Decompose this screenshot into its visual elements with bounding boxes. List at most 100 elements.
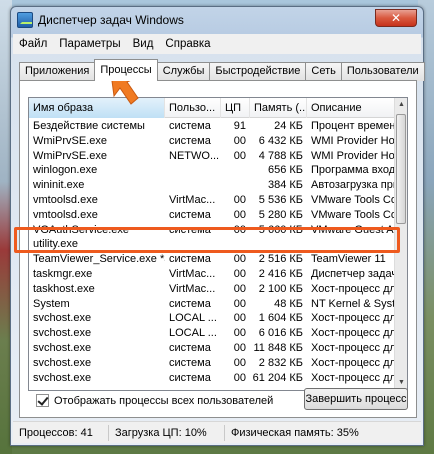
table-cell: LOCAL ... (169, 312, 217, 325)
table-cell: 1 604 КБ (258, 312, 303, 325)
close-button[interactable]: ✕ (375, 9, 417, 27)
table-cell: 11 848 КБ (253, 341, 303, 354)
table-cell: система (169, 341, 211, 354)
tab-performance[interactable]: Быстродействие (209, 62, 307, 81)
table-cell: система (169, 371, 211, 384)
table-row[interactable]: taskmgr.exe VirtMac... 00 2 416 КБ Диспетчер… (29, 267, 395, 282)
table-cell (165, 163, 221, 178)
menu-help[interactable]: Справка (159, 38, 216, 50)
tab-network[interactable]: Сеть (305, 62, 342, 81)
table-cell: система (169, 120, 211, 132)
table-cell: Хост-процесс для (311, 327, 395, 340)
table-cell: WmiPrvSE.exe (33, 134, 107, 147)
scroll-up-icon[interactable]: ▲ (395, 98, 407, 112)
table-row[interactable]: svchost.exe LOCAL ... 00 1 604 КБ Хост-проце… (29, 311, 395, 326)
table-cell: VirtMac... (169, 282, 216, 295)
table-cell: TeamViewer_Service.exe *32 (33, 253, 165, 266)
table-cell: Хост-процесс для (311, 341, 395, 354)
table-cell: vmtoolsd.exe (33, 193, 98, 206)
table-cell: 00 (233, 356, 246, 369)
table-cell: 00 (233, 371, 246, 384)
show-all-users-option[interactable]: Отображать процессы всех пользователей (36, 394, 273, 407)
status-memory: Физическая память: 35% (231, 426, 359, 439)
table-cell: System (33, 297, 70, 310)
tab-processes[interactable]: Процессы (94, 59, 158, 81)
table-cell: VMware Tools Core (311, 208, 395, 221)
tab-users[interactable]: Пользователи (340, 62, 425, 81)
status-processes: Процессов: 41 (13, 424, 109, 441)
table-row[interactable]: svchost.exe система 00 61 204 КБ Хост-процес… (29, 371, 395, 386)
table-cell: taskmgr.exe (33, 267, 93, 280)
table-cell: 00 (233, 253, 246, 266)
table-cell: WmiPrvSE.exe (33, 149, 107, 162)
table-cell: 00 (233, 341, 246, 354)
table-cell: svchost.exe (33, 341, 92, 354)
table-row[interactable]: vmtoolsd.exe система 00 5 280 КБ VMware Tool… (29, 208, 395, 223)
tab-services[interactable]: Службы (156, 62, 211, 81)
table-row[interactable]: svchost.exe LOCAL ... 00 6 016 КБ Хост-проце… (29, 326, 395, 341)
menu-view[interactable]: Вид (127, 38, 160, 50)
table-cell: 24 КБ (274, 120, 303, 132)
table-cell: 00 (233, 134, 246, 147)
table-row[interactable]: TeamViewer_Service.exe *32 система 00 2 516… (29, 252, 395, 267)
table-cell: TeamViewer 11 (311, 253, 386, 266)
table-row[interactable]: WmiPrvSE.exe система 00 6 432 КБ WMI Provide… (29, 134, 395, 149)
table-cell: WMI Provider Host (311, 134, 395, 147)
table-cell: 00 (233, 149, 246, 162)
end-process-button[interactable]: Завершить процесс (304, 388, 408, 410)
tab-strip: Приложения Процессы Службы Быстродействи… (19, 59, 425, 81)
table-cell: svchost.exe (33, 371, 92, 384)
column-user[interactable]: Пользо... (165, 98, 221, 118)
table-cell: taskhost.exe (33, 282, 95, 295)
table-cell: Автозагрузка прил (311, 179, 395, 192)
table-cell: 5 280 КБ (258, 208, 303, 221)
column-memory[interactable]: Память (... (250, 98, 307, 118)
table-row[interactable]: winlogon.exe 656 КБ Программа входа (29, 163, 395, 178)
column-description[interactable]: Описание (307, 98, 395, 118)
table-cell: 00 (233, 327, 246, 340)
table-row[interactable]: svchost.exe система 00 11 848 КБ Хост-процес… (29, 341, 395, 356)
table-cell: svchost.exe (33, 327, 92, 340)
table-cell: 00 (233, 297, 246, 310)
highlight-frame (14, 227, 400, 253)
table-cell: WMI Provider Host (311, 149, 395, 162)
table-cell: VirtMac... (169, 267, 216, 280)
scroll-thumb[interactable] (396, 114, 406, 224)
table-cell: 6 432 КБ (258, 134, 303, 147)
table-cell: VMware Tools Core (311, 193, 395, 206)
column-cpu[interactable]: ЦП (221, 98, 250, 118)
table-row[interactable]: vmtoolsd.exe VirtMac... 00 5 536 КБ VMware T… (29, 193, 395, 208)
table-cell: VirtMac... (169, 193, 216, 206)
title-bar[interactable]: Диспетчер задач Windows ✕ (11, 7, 423, 33)
table-cell: svchost.exe (33, 356, 92, 369)
table-cell: 00 (233, 208, 246, 221)
table-cell: 656 КБ (267, 164, 303, 177)
table-cell: 6 016 КБ (258, 327, 303, 340)
table-row[interactable]: System система 00 48 КБ NT Kernel & System (29, 297, 395, 312)
menu-options[interactable]: Параметры (53, 38, 126, 50)
menu-bar: Файл Параметры Вид Справка (13, 34, 421, 54)
table-cell: Хост-процесс для (311, 282, 395, 295)
table-cell: система (169, 297, 211, 310)
show-all-users-checkbox[interactable] (36, 394, 49, 407)
table-row[interactable]: taskhost.exe VirtMac... 00 2 100 КБ Хост-про… (29, 282, 395, 297)
table-cell: система (169, 208, 211, 221)
table-row[interactable]: wininit.exe 384 КБ Автозагрузка прил (29, 178, 395, 193)
table-cell: 2 100 КБ (258, 282, 303, 295)
table-cell: svchost.exe (33, 312, 92, 325)
table-cell: 2 416 КБ (258, 267, 303, 280)
table-cell: NT Kernel & System (311, 297, 395, 310)
table-cell: 384 КБ (267, 179, 303, 192)
table-cell: 2 832 КБ (258, 356, 303, 369)
tab-applications[interactable]: Приложения (19, 62, 96, 81)
table-row[interactable]: Бездействие системы система 91 24 КБ Процент… (29, 119, 395, 134)
table-row[interactable]: WmiPrvSE.exe NETWO... 00 4 788 КБ WMI Provid… (29, 149, 395, 164)
table-cell: 2 516 КБ (258, 253, 303, 266)
status-bar: Процессов: 41 Загрузка ЦП: 10% Физическа… (13, 421, 421, 443)
table-row[interactable]: svchost.exe система 00 2 832 КБ Хост-процесс… (29, 356, 395, 371)
table-cell: Хост-процесс для (311, 371, 395, 384)
table-cell: 00 (233, 312, 246, 325)
table-cell: 00 (233, 267, 246, 280)
menu-file[interactable]: Файл (13, 38, 53, 50)
show-all-users-label: Отображать процессы всех пользователей (54, 394, 274, 407)
